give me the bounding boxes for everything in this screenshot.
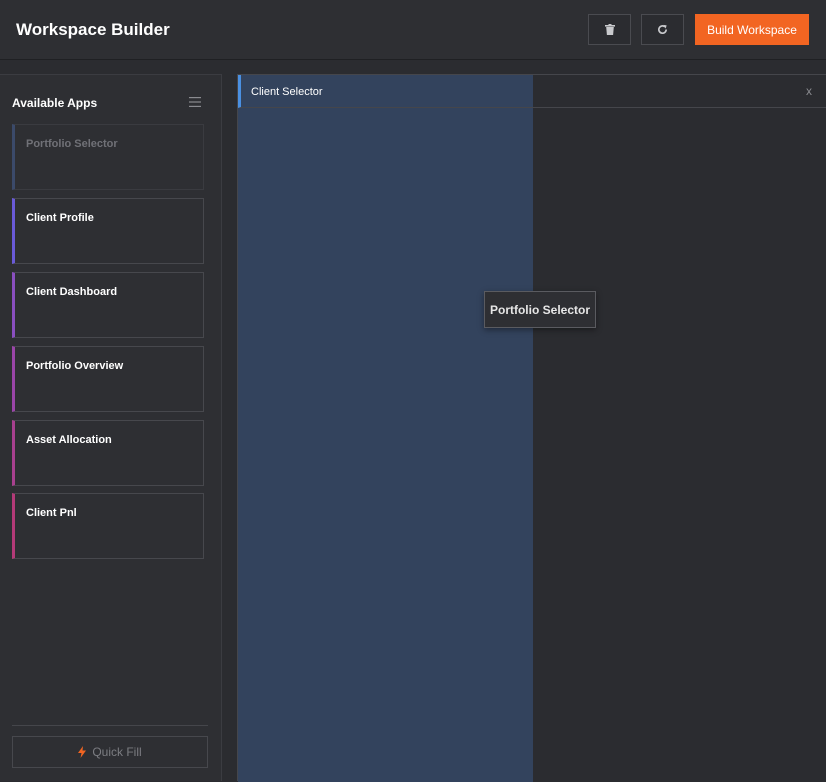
panel-header: Client Selector x	[238, 75, 826, 108]
workspace-canvas[interactable]: Client Selector x	[237, 74, 826, 782]
app-card-portfolio-selector[interactable]: Portfolio Selector	[12, 124, 204, 190]
app-card-client-dashboard[interactable]: Client Dashboard	[12, 272, 204, 338]
panel-title: Client Selector	[251, 86, 323, 98]
trash-icon	[604, 24, 615, 35]
close-icon[interactable]: x	[806, 84, 812, 98]
sidebar-divider	[12, 725, 208, 726]
app-card-label: Client Pnl	[26, 507, 77, 519]
app-card-label: Client Dashboard	[26, 286, 118, 298]
page-title: Workspace Builder	[16, 20, 170, 39]
available-apps-sidebar: Available Apps Portfolio Selector Client…	[0, 74, 222, 781]
quick-fill-label: Quick Fill	[92, 745, 142, 759]
menu-icon[interactable]	[189, 96, 201, 108]
app-card-asset-allocation[interactable]: Asset Allocation	[12, 420, 204, 486]
app-card-client-pnl[interactable]: Client Pnl	[12, 493, 204, 559]
app-card-label: Client Profile	[26, 212, 94, 224]
app-card-label: Portfolio Overview	[26, 360, 124, 372]
lightning-icon	[78, 746, 87, 758]
build-workspace-button[interactable]: Build Workspace	[695, 14, 809, 45]
app-card-label: Asset Allocation	[26, 434, 112, 446]
app-card-label: Portfolio Selector	[26, 138, 118, 150]
top-bar: Workspace Builder Build Workspace	[0, 0, 826, 60]
quick-fill-button[interactable]: Quick Fill	[12, 736, 208, 768]
app-card-client-profile[interactable]: Client Profile	[12, 198, 204, 264]
app-card-portfolio-overview[interactable]: Portfolio Overview	[12, 346, 204, 412]
drag-ghost[interactable]: Portfolio Selector	[484, 291, 596, 328]
drop-zone-highlight	[238, 75, 533, 782]
delete-button[interactable]	[588, 14, 631, 45]
refresh-button[interactable]	[641, 14, 684, 45]
sidebar-title: Available Apps	[12, 96, 98, 110]
refresh-icon	[658, 24, 667, 35]
